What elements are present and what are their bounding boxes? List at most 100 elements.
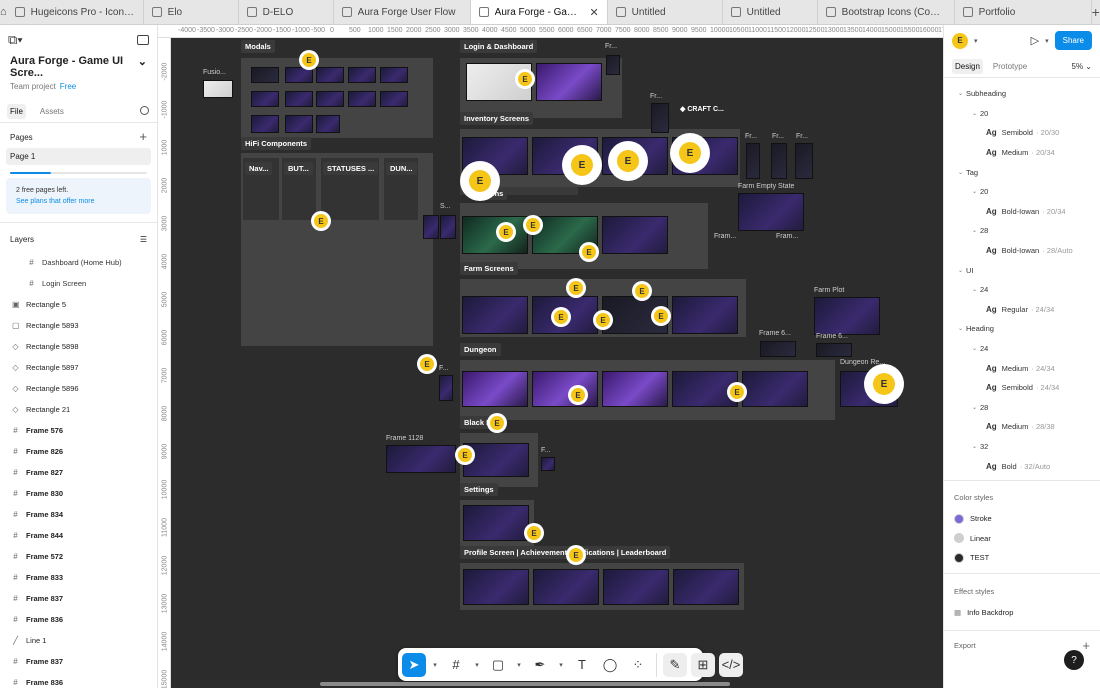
browser-tab[interactable]: Elo bbox=[144, 0, 239, 24]
tab-prototype[interactable]: Prototype bbox=[993, 62, 1027, 71]
text-style-row[interactable]: ⌄ 32 bbox=[944, 437, 1100, 457]
frame-label[interactable]: Fr... bbox=[745, 133, 757, 140]
chevron-down-icon[interactable]: ▾ bbox=[974, 37, 978, 45]
thumb[interactable] bbox=[746, 143, 760, 179]
section-label-but[interactable]: BUT... bbox=[284, 162, 313, 175]
thumb[interactable] bbox=[533, 569, 599, 605]
project-title[interactable]: Aura Forge - Game UI Scre... ⌄ bbox=[0, 55, 157, 79]
page-item[interactable]: Page 1 bbox=[6, 148, 151, 165]
effect-style-row[interactable]: ▦ Info Backdrop bbox=[944, 602, 1100, 622]
toggle-panel-icon[interactable] bbox=[137, 35, 149, 45]
frame-label[interactable]: Frame 6... bbox=[759, 330, 791, 337]
text-style-row[interactable]: ⌄ 20 bbox=[944, 104, 1100, 124]
layer-item[interactable]: # Frame 833 bbox=[0, 567, 157, 588]
thumb[interactable] bbox=[423, 215, 439, 239]
text-style-row[interactable]: ⌄ 20 bbox=[944, 182, 1100, 202]
layer-item[interactable]: # Frame 837 bbox=[0, 588, 157, 609]
chevron-down-icon[interactable]: ⌄ bbox=[972, 443, 980, 450]
design-mode-icon[interactable]: ⊞ bbox=[691, 652, 715, 677]
text-style-row[interactable]: Ag Bold-Iowan · 28/Auto bbox=[944, 241, 1100, 261]
layer-item[interactable]: # Frame 576 bbox=[0, 420, 157, 441]
layer-item[interactable]: # Frame 572 bbox=[0, 546, 157, 567]
chevron-down-icon[interactable]: ⌄ bbox=[972, 286, 980, 293]
section-label-dun[interactable]: DUN... bbox=[386, 162, 417, 175]
frame-label[interactable]: Fr... bbox=[796, 133, 808, 140]
layer-item[interactable]: # Frame 844 bbox=[0, 525, 157, 546]
figma-logo-icon[interactable]: ⧉▾ bbox=[8, 32, 23, 48]
layer-item[interactable]: ▣ Rectangle 5 bbox=[0, 294, 157, 315]
thumb[interactable] bbox=[532, 371, 598, 407]
thumb[interactable] bbox=[771, 143, 787, 179]
frame-label[interactable]: S... bbox=[440, 203, 451, 210]
chevron-down-icon[interactable]: ⌄ bbox=[138, 55, 147, 79]
text-tool-icon[interactable]: T bbox=[570, 653, 594, 677]
text-style-row[interactable]: ⌄ Heading bbox=[944, 319, 1100, 339]
chevron-down-icon[interactable]: ⌄ bbox=[958, 90, 966, 97]
layer-item[interactable]: # Frame 837 bbox=[0, 651, 157, 672]
text-style-row[interactable]: ⌄ 28 bbox=[944, 398, 1100, 418]
design-canvas[interactable]: -4000 -3500 -3000 -2500 -2000 -1500 -1000 -500 0… bbox=[158, 25, 943, 688]
share-button[interactable]: Share bbox=[1054, 31, 1092, 50]
move-tool-icon[interactable]: ➤ bbox=[402, 652, 426, 677]
browser-tab[interactable]: Untitled bbox=[608, 0, 723, 24]
close-icon[interactable]: ✕ bbox=[589, 6, 598, 19]
section-label-settings[interactable]: Settings bbox=[460, 483, 498, 496]
actions-tool-icon[interactable]: ⁘ bbox=[626, 653, 650, 677]
frame-label[interactable]: F... bbox=[439, 365, 448, 372]
text-style-row[interactable]: Ag Bold · 32/Auto bbox=[944, 456, 1100, 476]
thumb[interactable] bbox=[380, 91, 408, 107]
frame-label[interactable]: Fram... bbox=[776, 233, 798, 240]
help-button[interactable]: ? bbox=[1064, 650, 1084, 670]
dev-mode-icon[interactable]: </> bbox=[719, 652, 743, 677]
browser-tab[interactable]: Bootstrap Icons (Community) bbox=[818, 0, 955, 24]
section-label-hifi[interactable]: HiFi Components bbox=[241, 137, 312, 150]
layer-item[interactable]: # Frame 834 bbox=[0, 504, 157, 525]
thumb[interactable] bbox=[742, 371, 808, 407]
layer-item[interactable]: ◇ Rectangle 21 bbox=[0, 399, 157, 420]
text-style-row[interactable]: ⌄ 24 bbox=[944, 339, 1100, 359]
section-label-dungeon[interactable]: Dungeon bbox=[460, 343, 501, 356]
chevron-down-icon[interactable]: ⌄ bbox=[958, 325, 966, 332]
thumb[interactable] bbox=[462, 216, 528, 254]
chevron-down-icon[interactable]: ⌄ bbox=[958, 267, 966, 274]
text-style-row[interactable]: ⌄ UI bbox=[944, 260, 1100, 280]
thumb[interactable] bbox=[672, 296, 738, 334]
chevron-down-icon[interactable]: ⌄ bbox=[972, 345, 980, 352]
chevron-down-icon[interactable]: ⌄ bbox=[958, 169, 966, 176]
home-icon[interactable]: ⌂ bbox=[0, 0, 7, 24]
section-label-login[interactable]: Login & Dashboard bbox=[460, 40, 538, 53]
text-style-row[interactable]: ⌄ 28 bbox=[944, 221, 1100, 241]
frame-label[interactable]: F... bbox=[541, 447, 550, 454]
thumb[interactable] bbox=[386, 445, 456, 473]
frame-tool-icon[interactable]: # bbox=[444, 653, 468, 677]
tab-file[interactable]: File bbox=[7, 104, 26, 119]
layer-item[interactable]: # Frame 836 bbox=[0, 672, 157, 688]
layer-item[interactable]: # Login Screen bbox=[0, 273, 157, 294]
thumb[interactable] bbox=[348, 91, 376, 107]
text-style-row[interactable]: Ag Semibold · 20/30 bbox=[944, 123, 1100, 143]
layer-item[interactable]: # Frame 830 bbox=[0, 483, 157, 504]
layer-item[interactable]: ╱ Line 1 bbox=[0, 630, 157, 651]
comment-tool-icon[interactable]: ◯ bbox=[598, 653, 622, 677]
layers-options-icon[interactable]: ☰ bbox=[140, 235, 147, 244]
tab-design[interactable]: Design bbox=[952, 59, 983, 74]
layer-item[interactable]: # Dashboard (Home Hub) bbox=[0, 252, 157, 273]
text-style-row[interactable]: Ag Medium · 28/38 bbox=[944, 417, 1100, 437]
chevron-down-icon[interactable]: ⌄ bbox=[972, 404, 980, 411]
thumb-farm-empty[interactable] bbox=[738, 193, 804, 231]
text-style-row[interactable]: ⌄ Tag bbox=[944, 162, 1100, 182]
search-icon[interactable] bbox=[140, 106, 149, 115]
text-style-row[interactable]: ⌄ 24 bbox=[944, 280, 1100, 300]
present-play-icon[interactable]: ▷ bbox=[1031, 34, 1039, 47]
text-style-row[interactable]: Ag Semibold · 24/34 bbox=[944, 378, 1100, 398]
layer-item[interactable]: ▢ Rectangle 5893 bbox=[0, 315, 157, 336]
tab-assets[interactable]: Assets bbox=[40, 107, 64, 116]
thumb[interactable] bbox=[760, 341, 796, 357]
chevron-down-icon[interactable]: ⌄ bbox=[972, 227, 980, 234]
frame-label[interactable]: Fr... bbox=[650, 93, 662, 100]
thumb[interactable] bbox=[440, 215, 456, 239]
chevron-down-icon[interactable]: ▾ bbox=[514, 653, 524, 677]
thumb[interactable] bbox=[463, 569, 529, 605]
thumb[interactable] bbox=[816, 343, 852, 357]
layer-item[interactable]: ◇ Rectangle 5897 bbox=[0, 357, 157, 378]
